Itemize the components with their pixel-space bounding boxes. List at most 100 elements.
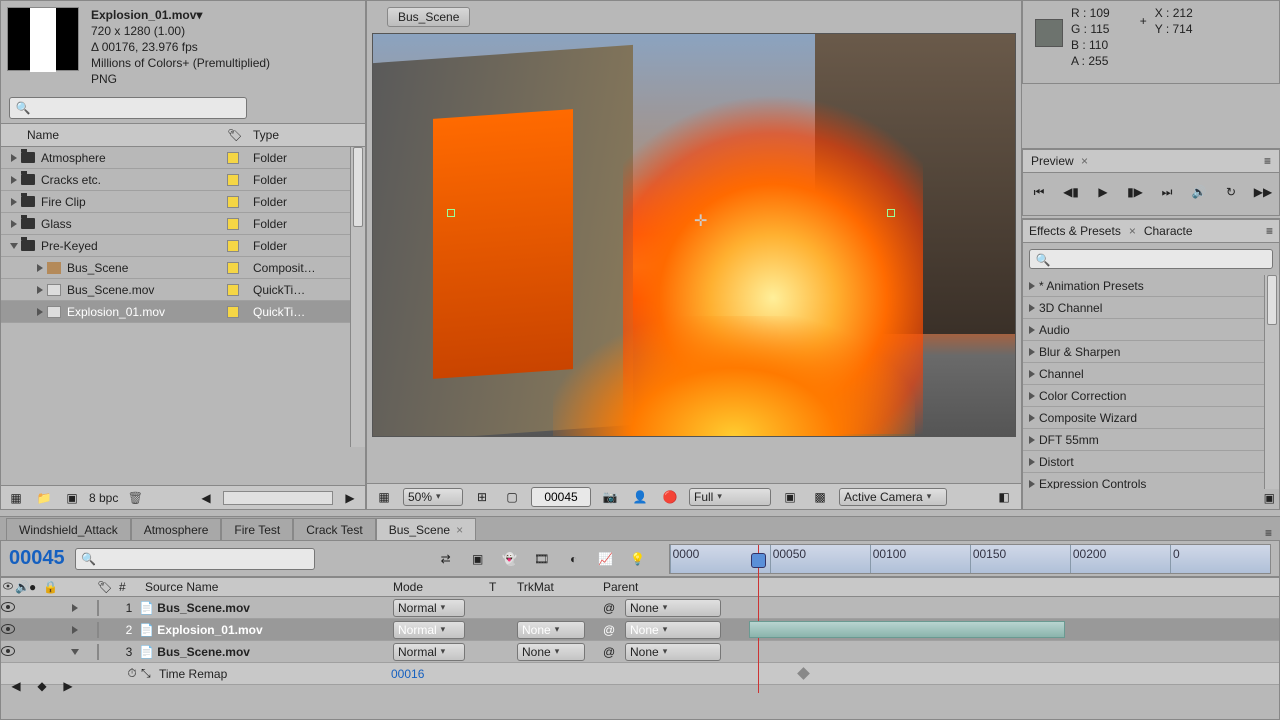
close-icon[interactable]: ×: [1129, 224, 1136, 238]
layer-handle[interactable]: [887, 209, 895, 217]
col-mode[interactable]: Mode: [393, 580, 489, 594]
effect-category[interactable]: Composite Wizard: [1023, 407, 1279, 429]
col-lock[interactable]: 🔒: [43, 580, 57, 594]
effect-category[interactable]: DFT 55mm: [1023, 429, 1279, 451]
expand-icon[interactable]: [72, 604, 78, 612]
next-frame-icon[interactable]: ▮▶: [1124, 181, 1146, 203]
effect-category[interactable]: * Animation Presets: [1023, 275, 1279, 297]
col-parent[interactable]: Parent: [603, 580, 737, 594]
effect-category[interactable]: Distort: [1023, 451, 1279, 473]
visibility-toggle[interactable]: [1, 624, 15, 634]
col-type[interactable]: Type: [253, 128, 279, 142]
effect-category[interactable]: 3D Channel: [1023, 297, 1279, 319]
visibility-toggle[interactable]: [1, 646, 15, 656]
timeline-tab[interactable]: Atmosphere: [131, 518, 222, 540]
bpc-toggle[interactable]: 8 bpc: [89, 491, 118, 505]
new-bin-icon[interactable]: ▣: [1264, 491, 1275, 509]
label-swatch[interactable]: [227, 240, 239, 252]
frame-blend-icon[interactable]: 🎞: [531, 548, 553, 570]
label-swatch[interactable]: [97, 600, 99, 616]
safe-zones-icon[interactable]: ⊞: [471, 486, 493, 508]
first-frame-icon[interactable]: ⏮: [1028, 181, 1050, 203]
pickwhip-icon[interactable]: @: [603, 623, 615, 637]
mask-icon[interactable]: ▢: [501, 486, 523, 508]
expand-icon[interactable]: [37, 264, 43, 272]
trash-icon[interactable]: 🗑: [124, 487, 146, 509]
layer-bar[interactable]: [749, 621, 1065, 638]
label-swatch[interactable]: [97, 644, 99, 660]
parent-dropdown[interactable]: None: [625, 643, 721, 661]
mode-dropdown[interactable]: Normal: [393, 599, 465, 617]
transparency-grid-icon[interactable]: ▩: [809, 486, 831, 508]
project-item[interactable]: Pre-KeyedFolder: [1, 235, 365, 257]
project-item[interactable]: Explosion_01.movQuickTi…: [1, 301, 365, 323]
timeline-tab[interactable]: Windshield_Attack: [6, 518, 131, 540]
pickwhip-icon[interactable]: @: [603, 645, 615, 659]
prev-key-icon[interactable]: ◀: [5, 675, 27, 697]
brainstorm-icon[interactable]: 💡: [627, 548, 649, 570]
expand-icon[interactable]: [11, 176, 17, 184]
timeline-layer[interactable]: 2 📄 Explosion_01.mov Normal None @ None: [1, 619, 1279, 641]
trkmat-dropdown[interactable]: None: [517, 643, 585, 661]
effect-category[interactable]: Color Correction: [1023, 385, 1279, 407]
timeline-layer[interactable]: 1 📄 Bus_Scene.mov Normal @ None: [1, 597, 1279, 619]
col-label-swatch[interactable]: 🏷: [227, 128, 253, 142]
expand-icon[interactable]: [1029, 370, 1035, 378]
project-item[interactable]: AtmosphereFolder: [1, 147, 365, 169]
expand-icon[interactable]: [11, 154, 17, 162]
current-time-input[interactable]: [531, 487, 591, 507]
mode-dropdown[interactable]: Normal: [393, 643, 465, 661]
expand-icon[interactable]: [1029, 392, 1035, 400]
roi-icon[interactable]: ▣: [779, 486, 801, 508]
snapshot-icon[interactable]: 📷: [599, 486, 621, 508]
zoom-dropdown[interactable]: 50%: [403, 488, 463, 506]
label-swatch[interactable]: [227, 196, 239, 208]
col-name[interactable]: Name: [27, 128, 227, 142]
effect-category[interactable]: Channel: [1023, 363, 1279, 385]
col-solo[interactable]: ●: [29, 580, 43, 594]
label-swatch[interactable]: [227, 218, 239, 230]
expand-icon[interactable]: [37, 286, 43, 294]
resolution-dropdown[interactable]: Full: [689, 488, 771, 506]
add-key-icon[interactable]: ◆: [31, 675, 53, 697]
expand-icon[interactable]: [37, 308, 43, 316]
show-channel-icon[interactable]: 👤: [629, 486, 651, 508]
time-ruler[interactable]: 0000000500010000150002000: [669, 544, 1271, 574]
expand-icon[interactable]: [1029, 458, 1035, 466]
col-t[interactable]: T: [489, 580, 517, 594]
col-source[interactable]: Source Name: [139, 580, 393, 594]
comp-name-button[interactable]: Bus_Scene: [387, 7, 470, 27]
expand-icon[interactable]: [72, 626, 78, 634]
exposure-icon[interactable]: ◧: [993, 486, 1015, 508]
ram-preview-icon[interactable]: ▶▶: [1252, 181, 1274, 203]
parent-dropdown[interactable]: None: [625, 621, 721, 639]
label-swatch[interactable]: [227, 284, 239, 296]
layer-handle[interactable]: [447, 209, 455, 217]
grid-icon[interactable]: ▦: [373, 486, 395, 508]
prev-frame-icon[interactable]: ◀▮: [1060, 181, 1082, 203]
play-icon[interactable]: ▶: [1092, 181, 1114, 203]
comp-viewer[interactable]: ✛: [372, 33, 1016, 437]
draft-3d-icon[interactable]: ▣: [467, 548, 489, 570]
effect-category[interactable]: Audio: [1023, 319, 1279, 341]
timeline-tab[interactable]: Fire Test: [221, 518, 293, 540]
current-time-display[interactable]: 00045: [9, 547, 65, 570]
shy-icon[interactable]: 👻: [499, 548, 521, 570]
timeline-tab[interactable]: Bus_Scene ×: [376, 518, 476, 540]
project-item[interactable]: Fire ClipFolder: [1, 191, 365, 213]
col-trk[interactable]: TrkMat: [517, 580, 603, 594]
time-remap-value[interactable]: 00016: [391, 667, 451, 681]
expand-icon[interactable]: [1029, 326, 1035, 334]
expand-icon[interactable]: [11, 198, 17, 206]
anchor-icon[interactable]: ✛: [694, 211, 707, 231]
expand-icon[interactable]: [71, 649, 79, 655]
col-audio[interactable]: 🔊: [15, 580, 29, 594]
label-swatch[interactable]: [227, 306, 239, 318]
next-key-icon[interactable]: ▶: [57, 675, 79, 697]
expand-icon[interactable]: [1029, 282, 1035, 290]
last-frame-icon[interactable]: ⏭: [1156, 181, 1178, 203]
label-swatch[interactable]: [227, 262, 239, 274]
effects-tab[interactable]: Effects & Presets: [1029, 224, 1121, 238]
project-search-input[interactable]: [9, 97, 247, 119]
parent-dropdown[interactable]: None: [625, 599, 721, 617]
